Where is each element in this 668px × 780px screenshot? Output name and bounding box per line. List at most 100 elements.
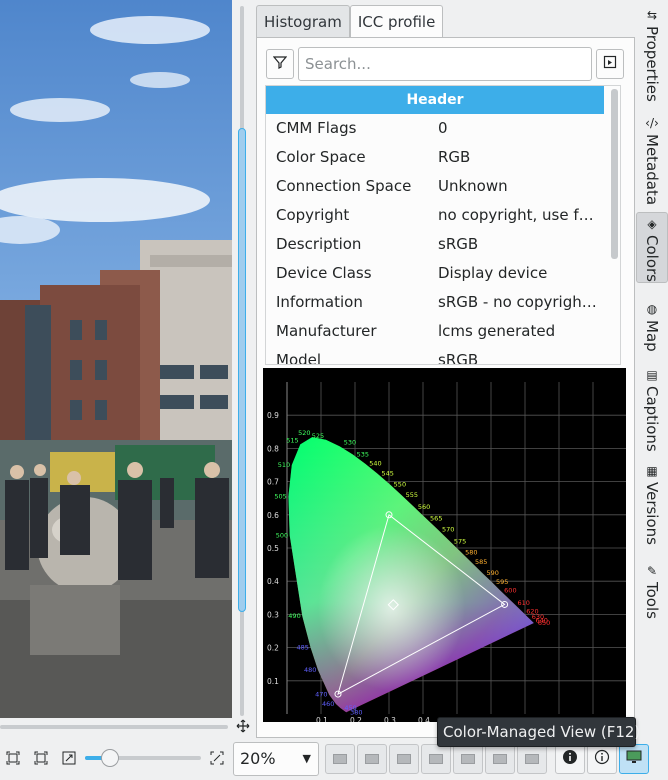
tool-button-3[interactable] (389, 744, 419, 774)
color-managed-view-button[interactable] (619, 744, 649, 774)
view-mode-button[interactable] (596, 49, 624, 79)
image-thumb-icon (365, 754, 379, 764)
y-tick-label: 0.9 (267, 411, 279, 420)
wavelength-label: 535 (357, 450, 369, 458)
row-value: no copyright, use fre... (438, 206, 598, 224)
globe-icon: ◍ (646, 302, 658, 316)
y-tick-label: 0.1 (267, 677, 279, 686)
image-thumb-icon (493, 754, 507, 764)
row-key: Connection Space (276, 177, 412, 195)
wavelength-label: 590 (487, 569, 499, 577)
zoom-combobox[interactable]: 20% ▼ (233, 742, 319, 776)
row-value: RGB (438, 148, 471, 166)
table-rows: CMM Flags 0 Color Space RGB Connection Space… (266, 114, 620, 365)
wavelength-label: 560 (418, 503, 430, 511)
filter-button[interactable] (266, 49, 294, 79)
wavelength-label: 595 (496, 578, 508, 586)
sidebar-tab-map[interactable]: ◍ Map (636, 298, 668, 352)
table-row[interactable]: Manufacturer lcms generated (266, 317, 620, 346)
row-key: Device Class (276, 264, 372, 282)
table-row[interactable]: Information sRGB - no copyright... (266, 288, 620, 317)
table-row[interactable]: CMM Flags 0 (266, 114, 620, 143)
image-vertical-scrollbar[interactable] (235, 6, 249, 716)
sliders-icon: ⇆ (646, 8, 658, 22)
image-editor-window: Histogram ICC profile Header CMM Flags0C… (0, 0, 668, 780)
zoom-out-icon[interactable] (61, 750, 77, 766)
table-section-header[interactable]: Header (266, 86, 604, 114)
sidebar-tab-metadata[interactable]: ‹/› Metadata (636, 112, 668, 205)
vscroll-thumb[interactable] (238, 128, 246, 612)
wavelength-label: 500 (276, 531, 288, 539)
info-icon (562, 749, 578, 769)
y-tick-label: 0.7 (267, 478, 279, 487)
x-tick-label: 0.4 (418, 716, 430, 722)
tool-button-1[interactable] (325, 744, 355, 774)
row-value: 0 (438, 119, 448, 137)
row-key: Copyright (276, 206, 350, 224)
search-input[interactable] (298, 47, 592, 81)
table-scrollbar[interactable] (611, 89, 618, 361)
image-horizontal-scrollbar[interactable] (0, 722, 228, 732)
sidebar-tab-properties[interactable]: ⇆ Properties (636, 4, 668, 102)
zoom-slider-handle[interactable] (101, 749, 119, 767)
tool-button-2[interactable] (357, 744, 387, 774)
table-row[interactable]: Description sRGB (266, 230, 620, 259)
tooltip: Color-Managed View (F12) (437, 717, 640, 747)
sidebar-tab-label: Tools (643, 582, 661, 619)
properties-button[interactable] (587, 744, 617, 774)
row-key: Color Space (276, 148, 366, 166)
table-row[interactable]: Color Space RGB (266, 143, 620, 172)
wavelength-label: 525 (312, 432, 324, 440)
tool-button-5[interactable] (453, 744, 483, 774)
sidebar-tab-versions[interactable]: ▦ Versions (636, 460, 668, 545)
wavelength-label: 480 (304, 666, 316, 674)
wavelength-label: 575 (454, 537, 466, 545)
tab-histogram[interactable]: Histogram (256, 5, 350, 37)
image-thumb-icon (461, 754, 475, 764)
wavelength-label: 610 (517, 599, 529, 607)
x-tick-label: 0.3 (384, 716, 396, 722)
row-key: Model (276, 351, 322, 365)
zoom-original-icon[interactable] (33, 750, 49, 766)
sidebar-tab-label: Properties (643, 26, 661, 102)
info-outline-icon (594, 749, 610, 769)
paint-bucket-icon: ◈ (647, 217, 657, 231)
table-scroll-thumb[interactable] (611, 89, 618, 259)
info-button[interactable] (555, 744, 585, 774)
row-value: sRGB - no copyright... (438, 293, 598, 311)
wavelength-label: 460 (322, 700, 334, 708)
wavelength-label: 490 (288, 612, 300, 620)
document-icon: ▤ (646, 368, 658, 382)
zoom-slider[interactable] (85, 749, 201, 767)
tool-button-7[interactable] (517, 744, 547, 774)
panel-view-icon (603, 55, 617, 73)
sidebar-tab-label: Metadata (643, 134, 661, 206)
pan-move-icon[interactable] (235, 718, 251, 734)
zoom-in-icon[interactable] (209, 750, 225, 766)
sidebar-tab-colors[interactable]: ◈ Colors (636, 212, 668, 283)
sidebar-tab-tools[interactable]: ✎ Tools (636, 560, 668, 619)
table-row[interactable]: Copyright no copyright, use fre... (266, 201, 620, 230)
hscroll-track (0, 725, 228, 729)
tab-icc-profile[interactable]: ICC profile (349, 5, 444, 38)
row-value: Unknown (438, 177, 508, 195)
sidebar-tab-label: Captions (643, 386, 661, 452)
filter-icon (272, 55, 288, 73)
table-row[interactable]: Connection Space Unknown (266, 172, 620, 201)
x-tick-label: 0.2 (350, 716, 362, 722)
sidebar-tab-captions[interactable]: ▤ Captions (636, 364, 668, 452)
panel-tab-bar: Histogram ICC profile (256, 5, 444, 38)
wavelength-label: 555 (406, 491, 418, 499)
monitor-icon (626, 750, 642, 768)
icc-header-table: Header CMM Flags 0 Color Space RGB Connectio… (265, 85, 621, 365)
right-panel: Histogram ICC profile Header CMM Flags0C… (256, 5, 635, 738)
zoom-fit-icon[interactable] (5, 750, 21, 766)
row-key: Information (276, 293, 363, 311)
tool-button-4[interactable] (421, 744, 451, 774)
wavelength-label: 650 (538, 619, 550, 627)
image-preview[interactable] (0, 0, 232, 718)
image-thumb-icon (429, 754, 443, 764)
table-row[interactable]: Model sRGB (266, 346, 620, 365)
table-row[interactable]: Device Class Display device (266, 259, 620, 288)
tool-button-6[interactable] (485, 744, 515, 774)
